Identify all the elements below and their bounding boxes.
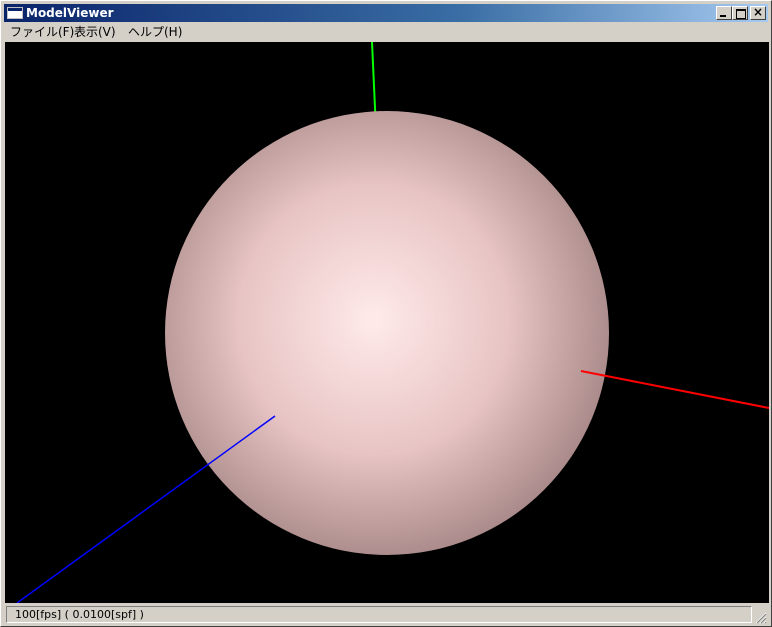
menu-help[interactable]: ヘルプ(H) bbox=[126, 24, 184, 40]
resize-grip-icon[interactable] bbox=[755, 612, 767, 624]
sphere-model bbox=[165, 111, 609, 555]
maximize-button[interactable] bbox=[732, 6, 748, 20]
minimize-button[interactable] bbox=[716, 6, 732, 20]
window-title: ModelViewer bbox=[26, 6, 114, 20]
3d-viewport[interactable] bbox=[5, 42, 769, 603]
status-bar: 100[fps] ( 0.0100[spf] ) bbox=[4, 605, 768, 625]
x-axis-line bbox=[580, 370, 769, 409]
menu-bar: ファイル(F) 表示(V) ヘルプ(H) bbox=[4, 23, 768, 41]
scene-canvas bbox=[16, 42, 769, 603]
menu-view[interactable]: 表示(V) bbox=[72, 24, 118, 40]
title-bar[interactable]: ModelViewer × bbox=[4, 4, 768, 22]
app-window-icon[interactable] bbox=[7, 7, 23, 19]
status-fps-text: 100[fps] ( 0.0100[spf] ) bbox=[6, 606, 752, 623]
close-button[interactable]: × bbox=[750, 5, 766, 20]
close-icon: × bbox=[753, 5, 764, 19]
menu-file[interactable]: ファイル(F) bbox=[8, 24, 76, 40]
main-window: ModelViewer × ファイル(F) 表示(V) ヘルプ(H) 100[f… bbox=[0, 0, 772, 627]
z-axis-line bbox=[16, 415, 276, 603]
